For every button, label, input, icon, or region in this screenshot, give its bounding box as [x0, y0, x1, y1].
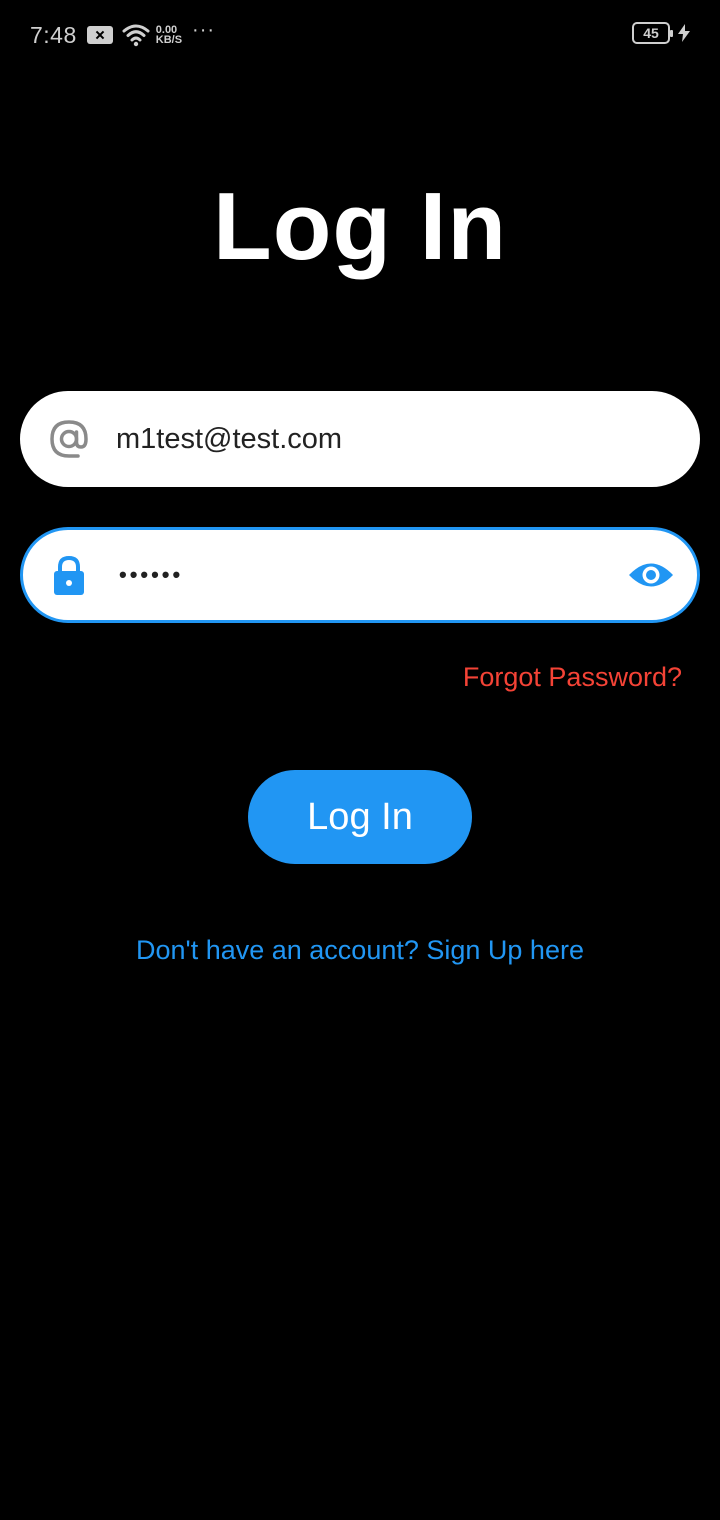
forgot-password-link[interactable]: Forgot Password?	[463, 662, 682, 693]
battery-icon: 45	[632, 22, 673, 44]
network-speed-unit: KB/S	[155, 34, 183, 46]
network-speed: 0.00 KB/S	[155, 25, 183, 46]
signup-link[interactable]: Don't have an account? Sign Up here	[0, 935, 720, 966]
status-time: 7:48	[30, 21, 77, 48]
page-title: Log In	[213, 173, 507, 280]
password-field[interactable]	[20, 527, 700, 623]
lock-icon	[48, 554, 90, 596]
at-icon	[48, 418, 90, 460]
battery-level: 45	[643, 25, 659, 41]
notification-icon	[86, 26, 113, 44]
wifi-icon	[122, 24, 150, 47]
login-screen: 7:48 0.00 KB/S ··· 45 Log In m1test@test…	[0, 0, 720, 1520]
more-notifications-icon: ···	[192, 18, 216, 41]
login-button[interactable]: Log In	[248, 770, 472, 864]
status-bar: 7:48 0.00 KB/S ··· 45	[0, 0, 720, 70]
charging-bolt-icon	[678, 24, 690, 42]
status-left: 7:48 0.00 KB/S ···	[30, 18, 216, 50]
password-input[interactable]	[119, 530, 607, 620]
email-input[interactable]	[116, 391, 610, 487]
eye-icon[interactable]	[627, 551, 675, 599]
email-field[interactable]	[20, 391, 700, 487]
status-right: 45	[632, 22, 690, 44]
